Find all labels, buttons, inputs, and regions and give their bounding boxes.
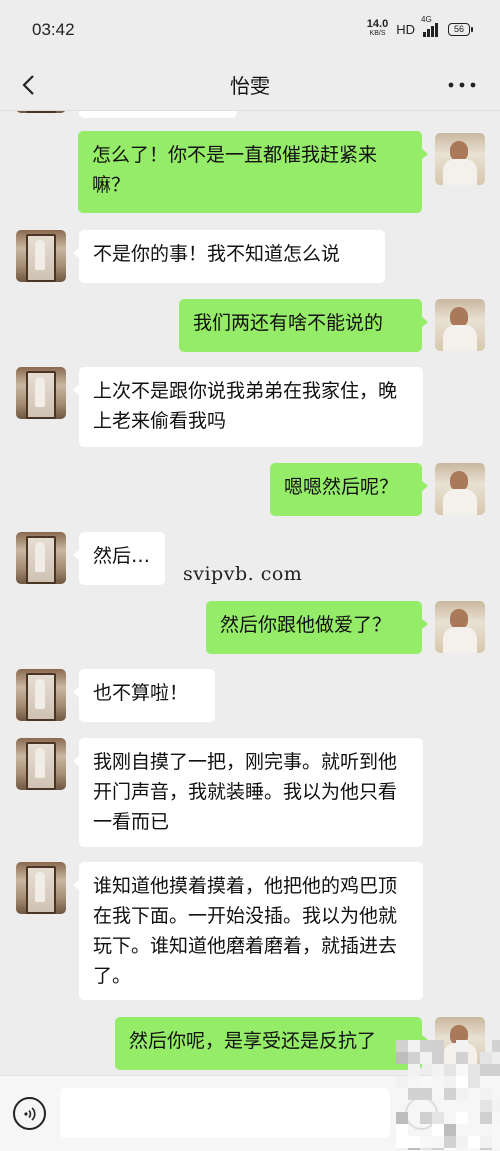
- mosaic-tile: [456, 1112, 468, 1124]
- mosaic-tile: [444, 1064, 456, 1076]
- my-avatar[interactable]: [435, 463, 485, 515]
- mosaic-tile: [444, 1076, 456, 1088]
- message-list[interactable]: 怎么了！你不是一直都催我赶紧来嘛？ 不是你的事！我不知道怎么说 我们两还有啥不能…: [0, 111, 500, 1075]
- message-bubble[interactable]: 然后…: [73, 532, 165, 585]
- message-bubble[interactable]: 不是你的事！我不知道怎么说: [73, 230, 385, 283]
- message-bubble[interactable]: 上次不是跟你说我弟弟在我家住，晚上老来偷看我吗: [73, 367, 423, 447]
- mosaic-tile: [408, 1136, 420, 1148]
- mosaic-tile: [456, 1064, 468, 1076]
- mosaic-tile: [480, 1064, 492, 1076]
- mosaic-tile: [456, 1052, 468, 1064]
- message-bubble[interactable]: 谁知道他摸着摸着，他把他的鸡巴顶在我下面。一开始没插。我以为他就玩下。谁知道他磨…: [73, 862, 423, 1000]
- mosaic-tile: [396, 1136, 408, 1148]
- status-indicators: 14.0 KB/S HD 4G 56: [366, 15, 473, 38]
- mosaic-tile: [480, 1052, 492, 1064]
- mosaic-overlay: [396, 1040, 500, 1150]
- network-speed-unit: KB/S: [369, 30, 386, 37]
- mosaic-tile: [456, 1040, 468, 1052]
- my-avatar[interactable]: [435, 601, 485, 653]
- contact-avatar[interactable]: [16, 532, 66, 584]
- mosaic-tile: [492, 1100, 500, 1112]
- mosaic-tile: [420, 1076, 432, 1088]
- contact-avatar[interactable]: [16, 862, 66, 914]
- mosaic-tile: [432, 1040, 444, 1052]
- mosaic-tile: [456, 1136, 468, 1148]
- contact-avatar[interactable]: [16, 738, 66, 790]
- network-speed-value: 14.0: [366, 18, 389, 30]
- mosaic-tile: [432, 1124, 444, 1136]
- signal-icon: 4G: [421, 15, 438, 37]
- contact-avatar[interactable]: [16, 669, 66, 721]
- mosaic-tile: [420, 1136, 432, 1148]
- message-bubble[interactable]: 嗯嗯然后呢？: [270, 463, 428, 516]
- mosaic-tile: [408, 1088, 420, 1100]
- battery-icon: 56: [448, 22, 473, 36]
- mosaic-tile: [396, 1040, 408, 1052]
- message-bubble[interactable]: 我刚自摸了一把，刚完事。就听到他开门声音，我就装睡。我以为他只看一看而已: [73, 738, 423, 847]
- mosaic-tile: [456, 1076, 468, 1088]
- contact-avatar[interactable]: [16, 111, 66, 113]
- mosaic-tile: [492, 1136, 500, 1148]
- message-bubble[interactable]: 我们两还有啥不能说的: [179, 299, 428, 352]
- more-dots-icon: [448, 82, 476, 88]
- network-speed: 14.0 KB/S: [366, 18, 389, 38]
- voice-icon: [24, 1107, 36, 1121]
- watermark-text: svipvb. com: [183, 563, 303, 585]
- mosaic-tile: [432, 1052, 444, 1064]
- chat-header: 怡雯: [0, 60, 500, 111]
- mosaic-tile: [480, 1136, 492, 1148]
- more-button[interactable]: [442, 70, 482, 100]
- mosaic-tile: [444, 1136, 456, 1148]
- mosaic-tile: [420, 1088, 432, 1100]
- mosaic-tile: [468, 1064, 480, 1076]
- contact-avatar[interactable]: [16, 367, 66, 419]
- mosaic-tile: [444, 1088, 456, 1100]
- mosaic-tile: [468, 1136, 480, 1148]
- mosaic-tile: [420, 1040, 432, 1052]
- message-bubble[interactable]: [79, 111, 237, 118]
- mosaic-tile: [480, 1100, 492, 1112]
- mosaic-tile: [468, 1076, 480, 1088]
- chat-title: 怡雯: [230, 74, 270, 98]
- mosaic-tile: [432, 1112, 444, 1124]
- message-bubble[interactable]: 然后你呢，是享受还是反抗了: [115, 1017, 428, 1070]
- mosaic-tile: [432, 1064, 444, 1076]
- message-input[interactable]: [60, 1088, 390, 1138]
- mosaic-tile: [396, 1052, 408, 1064]
- mosaic-tile: [492, 1124, 500, 1136]
- mosaic-tile: [420, 1052, 432, 1064]
- mosaic-tile: [396, 1076, 408, 1088]
- network-type: 4G: [421, 15, 432, 24]
- voice-button[interactable]: [13, 1097, 46, 1130]
- message-bubble[interactable]: 怎么了！你不是一直都催我赶紧来嘛？: [78, 131, 428, 213]
- hd-indicator: HD: [396, 21, 415, 37]
- message-bubble[interactable]: 然后你跟他做爱了？: [206, 601, 428, 654]
- my-avatar[interactable]: [435, 299, 485, 351]
- mosaic-tile: [420, 1112, 432, 1124]
- mosaic-tile: [480, 1112, 492, 1124]
- battery-level: 56: [453, 23, 464, 34]
- contact-avatar[interactable]: [16, 230, 66, 282]
- mosaic-tile: [408, 1052, 420, 1064]
- status-time: 03:42: [32, 20, 75, 39]
- mosaic-tile: [408, 1040, 420, 1052]
- status-bar: 03:42 14.0 KB/S HD 4G 56: [0, 0, 500, 60]
- mosaic-tile: [480, 1088, 492, 1100]
- mosaic-tile: [396, 1112, 408, 1124]
- mosaic-tile: [444, 1124, 456, 1136]
- mosaic-tile: [396, 1124, 408, 1136]
- mosaic-tile: [492, 1040, 500, 1052]
- message-bubble[interactable]: 也不算啦！: [73, 669, 215, 722]
- my-avatar[interactable]: [435, 133, 485, 185]
- mosaic-tile: [456, 1088, 468, 1100]
- mosaic-tile: [492, 1064, 500, 1076]
- mosaic-tile: [408, 1064, 420, 1076]
